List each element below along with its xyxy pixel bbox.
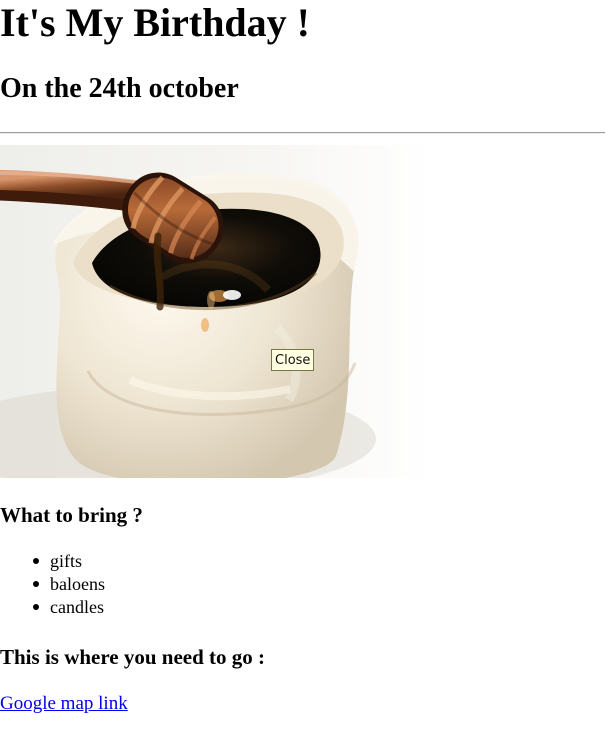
page-title: It's My Birthday ! [0,0,310,45]
list-item: gifts [0,550,240,573]
list-bullet-icon [33,558,39,564]
list-bullet-icon [33,604,39,610]
birthday-date-heading: On the 24th october [0,73,239,104]
honey-jar-photo [0,145,432,478]
google-map-link[interactable]: Google map link [0,692,128,716]
list-item: candles [0,596,240,619]
what-to-bring-heading: What to bring ? [0,503,143,527]
list-bullet-icon [33,581,39,587]
list-item-label: gifts [50,551,83,571]
list-item-label: candles [50,597,104,617]
section-divider [0,132,605,134]
list-item-label: baloens [50,574,105,594]
birthday-page: It's My Birthday ! On the 24th october C… [0,0,606,749]
location-heading: This is where you need to go : [0,645,266,669]
bring-list: gifts baloens candles [0,550,240,619]
close-tooltip: Close [271,349,315,371]
honey-jar-illustration [0,145,432,478]
list-item: baloens [0,573,240,596]
